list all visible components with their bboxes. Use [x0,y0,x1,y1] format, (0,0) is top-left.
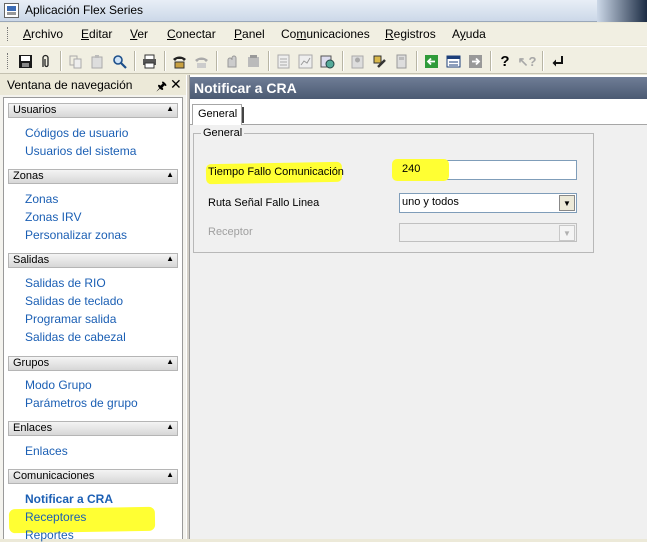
help-context-icon[interactable]: ↖? [518,52,537,70]
tools-icon[interactable] [370,52,388,70]
menu-ayuda[interactable]: Ayuda [452,27,486,41]
panel-sound-icon[interactable] [244,52,262,70]
toolbar: ? ↖? [0,46,647,74]
nav-item-codigos-de-usuario[interactable]: Códigos de usuario [25,126,128,140]
tab-content: General Tiempo Fallo Comunicación 240 Ru… [190,125,647,539]
close-icon[interactable]: ✕ [170,76,182,93]
nav-item-personalizar-zonas[interactable]: Personalizar zonas [25,228,127,242]
menu-panel[interactable]: Panel [234,27,265,41]
collapse-arrow-icon: ▲ [166,422,174,431]
group-header-usuarios[interactable]: Usuarios ▲ [8,103,178,118]
collapse-arrow-icon: ▲ [166,104,174,113]
menu-registros[interactable]: Registros [385,27,436,41]
chevron-down-icon[interactable]: ▼ [559,195,575,211]
navigation-panel-header: Ventana de navegación 🖈 ✕ [0,75,186,95]
toolbar-grip [7,53,11,69]
ruta-senal-label: Ruta Señal Fallo Linea [208,197,320,209]
collapse-arrow-icon: ▲ [166,170,174,179]
event-log-icon[interactable] [318,52,336,70]
main-panel: Notificar a CRA General General Tiempo F… [190,75,647,539]
find-icon[interactable] [110,52,128,70]
tab-strip: General [190,101,647,125]
nav-item-modo-grupo[interactable]: Modo Grupo [25,378,92,392]
chart-icon[interactable] [296,52,314,70]
page-title: Notificar a CRA [194,80,297,96]
collapse-arrow-icon: ▲ [166,357,174,366]
menu-conectar[interactable]: Conectar [167,27,216,41]
nav-item-parametros-de-grupo[interactable]: Parámetros de grupo [25,396,138,410]
title-bar: Aplicación Flex Series [0,0,647,22]
group-header-enlaces[interactable]: Enlaces ▲ [8,421,178,436]
nav-item-usuarios-del-sistema[interactable]: Usuarios del sistema [25,144,136,158]
user-icon[interactable] [348,52,366,70]
nav-item-programar-salida[interactable]: Programar salida [25,312,116,326]
report-icon[interactable] [274,52,292,70]
group-header-zonas[interactable]: Zonas ▲ [8,169,178,184]
forward-arrow-icon[interactable] [466,52,484,70]
nav-item-enlaces[interactable]: Enlaces [25,444,68,458]
group-header-salidas[interactable]: Salidas ▲ [8,253,178,268]
tab-general[interactable]: General [192,104,244,125]
navigation-panel: Ventana de navegación 🖈 ✕ Usuarios ▲ Códi… [0,75,186,542]
list-icon[interactable] [444,52,462,70]
save-icon[interactable] [16,52,34,70]
nav-item-reportes[interactable]: Reportes [25,528,74,542]
back-arrow-icon[interactable] [422,52,440,70]
group-header-grupos[interactable]: Grupos ▲ [8,356,178,371]
attach-icon[interactable] [36,52,54,70]
nav-item-salidas-de-teclado[interactable]: Salidas de teclado [25,294,123,308]
chevron-down-icon: ▼ [559,225,575,241]
title-bar-background [597,0,647,22]
calculator-icon[interactable] [392,52,410,70]
nav-item-salidas-de-rio[interactable]: Salidas de RIO [25,276,106,290]
navigation-list: Usuarios ▲ Códigos de usuario Usuarios de… [3,97,183,542]
nav-item-notificar-a-cra[interactable]: Notificar a CRA [25,492,113,506]
tiempo-fallo-input[interactable]: 240 [392,159,577,181]
menu-comunicaciones[interactable]: Comunicaciones [281,27,370,41]
paste-icon[interactable] [88,52,106,70]
tab-caret [242,107,244,123]
general-group-box: General Tiempo Fallo Comunicación 240 Ru… [193,127,594,253]
menu-ver[interactable]: Ver [130,27,148,41]
receptor-select: ▼ [399,223,577,242]
group-header-comunicaciones[interactable]: Comunicaciones ▲ [8,469,178,484]
receptor-label: Receptor [208,226,253,238]
pin-icon[interactable]: 🖈 [156,77,167,98]
menu-editar[interactable]: Editar [81,27,112,41]
main-panel-header: Notificar a CRA [190,77,647,99]
menu-grip [7,27,11,41]
return-icon[interactable] [548,52,566,70]
group-box-title: General [201,127,245,139]
nav-item-receptores[interactable]: Receptores [25,510,86,524]
panel-arm-icon[interactable] [222,52,240,70]
value-highlight [392,159,449,181]
copy-icon[interactable] [66,52,84,70]
help-icon[interactable]: ? [496,52,514,70]
nav-item-salidas-de-cabezal[interactable]: Salidas de cabezal [25,330,126,344]
app-icon [4,3,19,18]
menu-archivo[interactable]: Archivo [23,27,63,41]
window-title: Aplicación Flex Series [25,3,144,17]
navigation-panel-title: Ventana de navegación [7,78,133,92]
ruta-senal-select[interactable]: uno y todos ▼ [399,193,577,213]
collapse-arrow-icon: ▲ [166,470,174,479]
phone-disconnect-icon[interactable] [192,52,210,70]
phone-connect-icon[interactable] [170,52,188,70]
nav-item-zonas[interactable]: Zonas [25,192,58,206]
tiempo-fallo-label: Tiempo Fallo Comunicación [208,166,344,178]
collapse-arrow-icon: ▲ [166,254,174,263]
nav-item-zonas-irv[interactable]: Zonas IRV [25,210,81,224]
print-icon[interactable] [140,52,158,70]
menu-bar: Archivo Editar Ver Conectar Panel Comuni… [0,23,647,45]
